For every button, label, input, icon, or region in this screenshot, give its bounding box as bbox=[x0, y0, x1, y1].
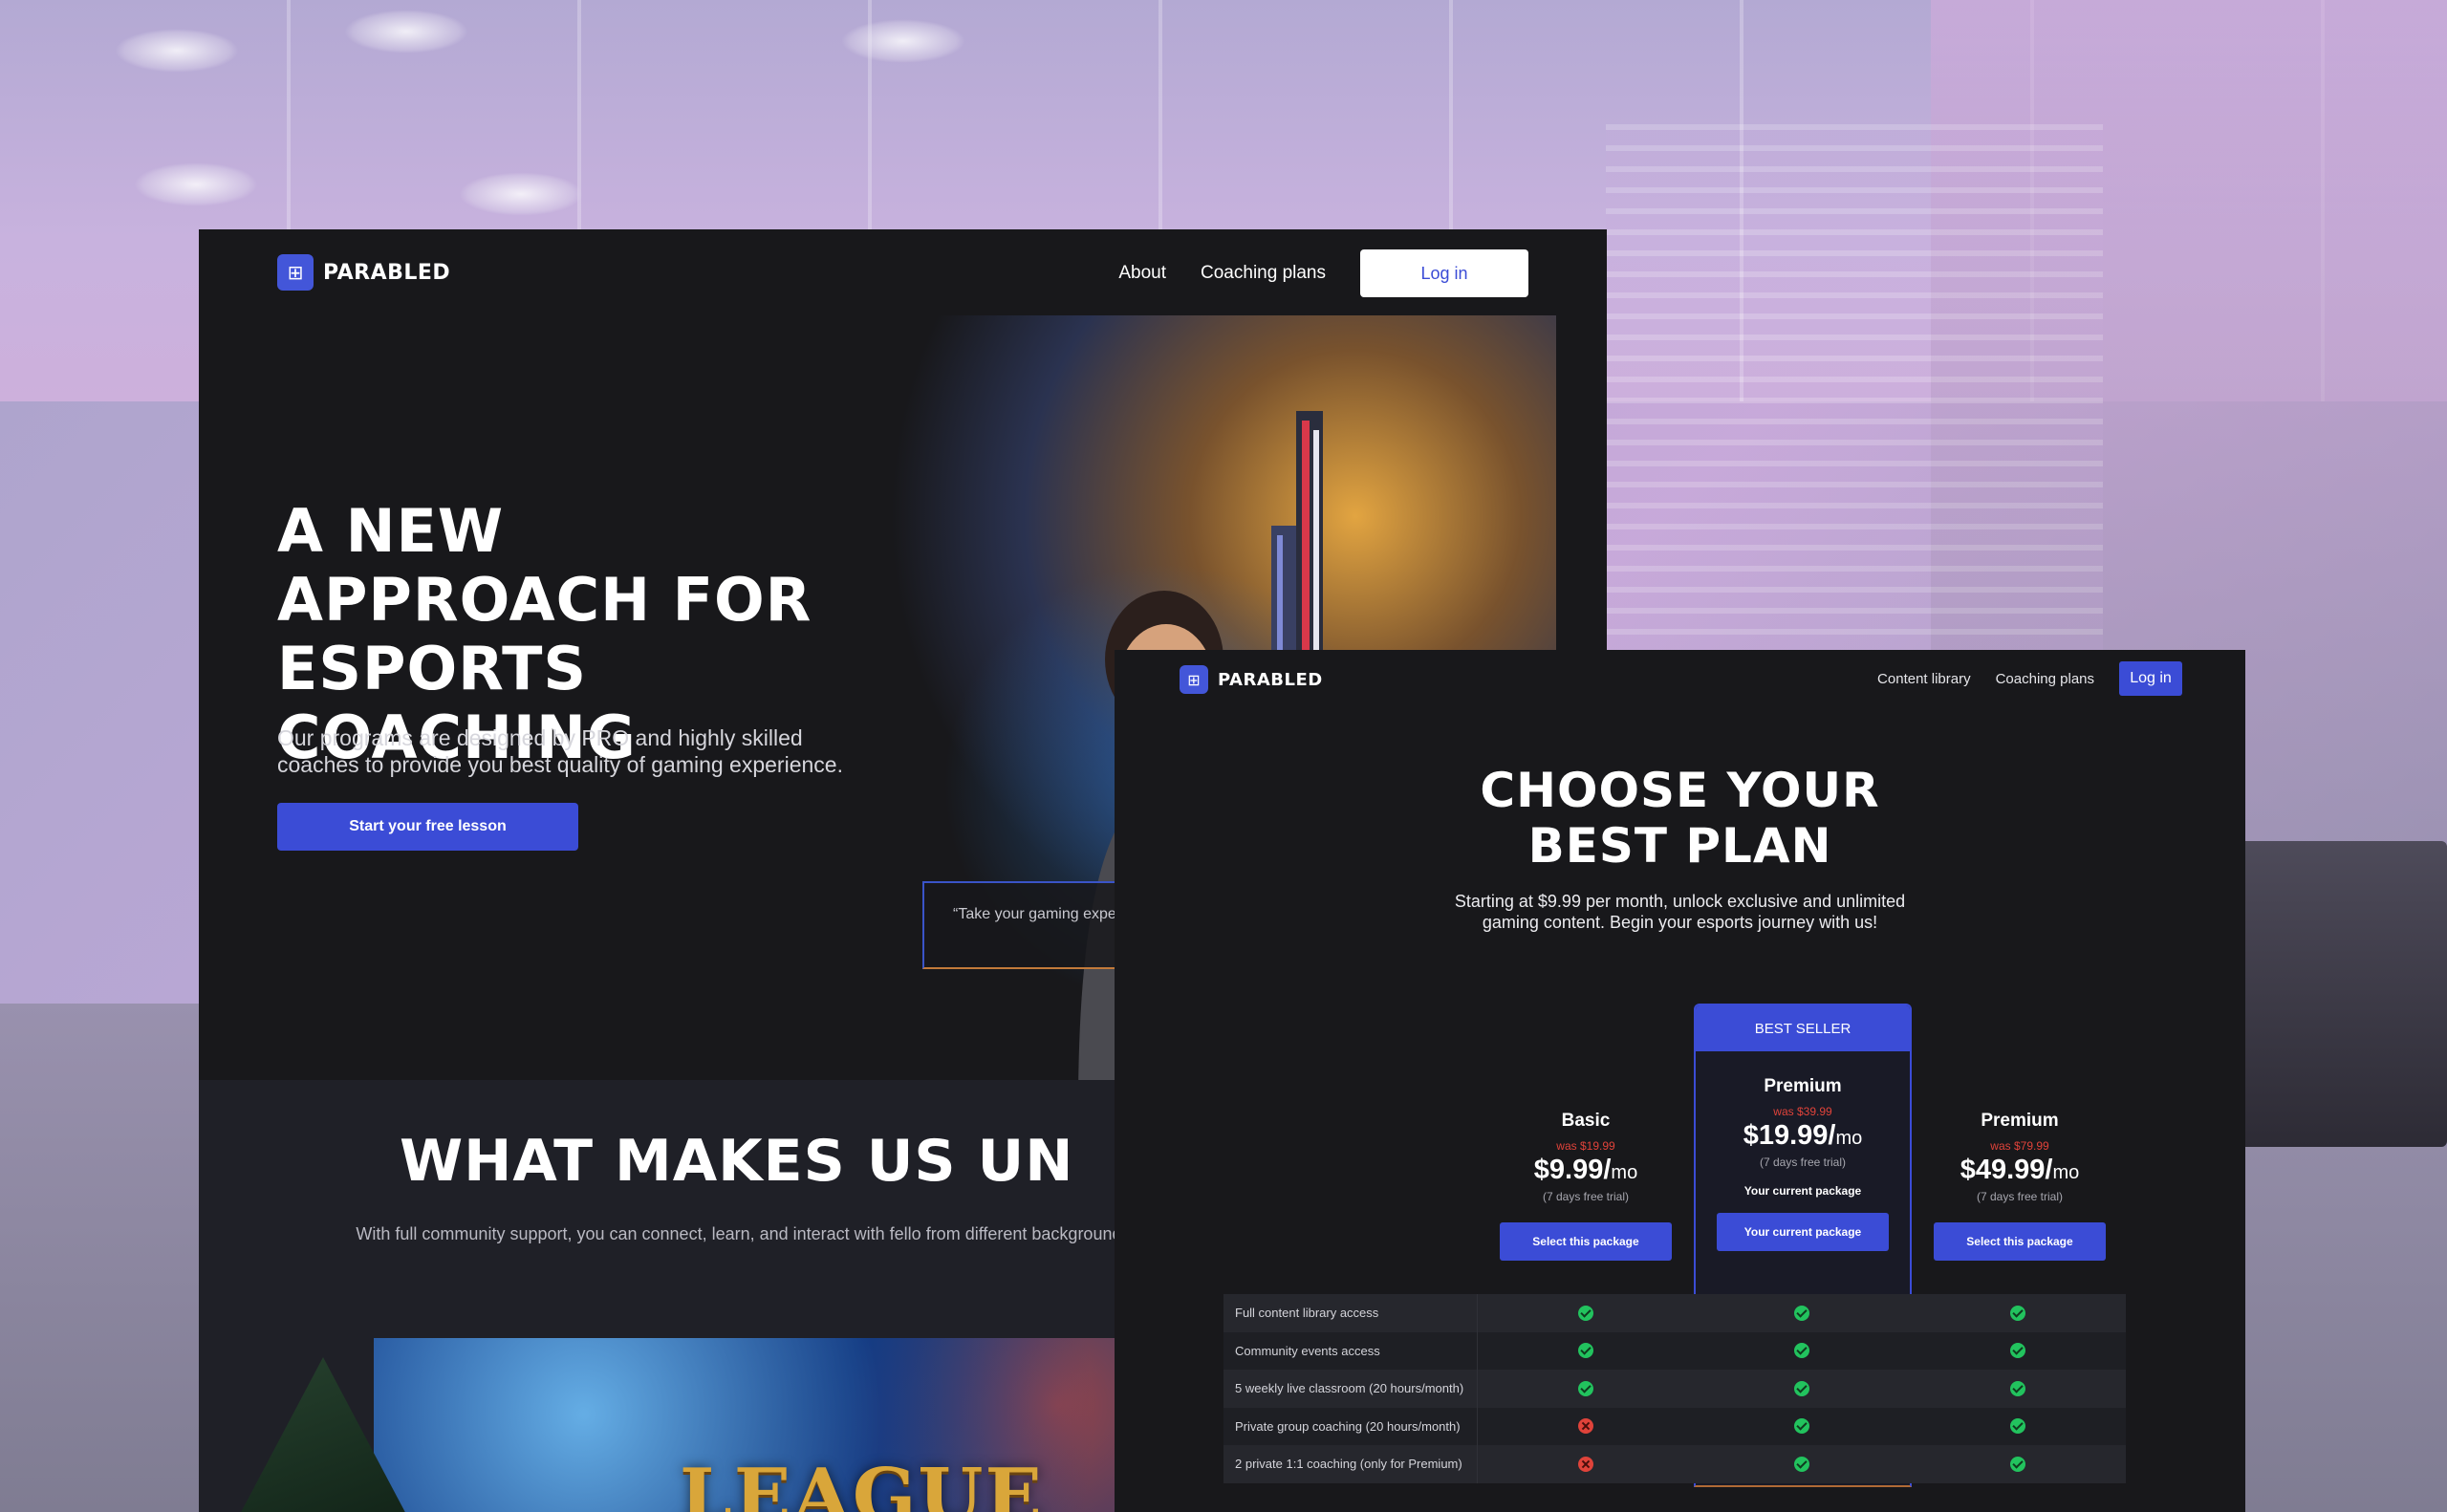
feature-comparison-table: Full content library access Community ev… bbox=[1224, 1294, 2126, 1483]
check-icon bbox=[1794, 1343, 1809, 1359]
pricing-title: CHOOSE YOUR BEST PLAN bbox=[1480, 763, 1880, 874]
cross-icon bbox=[1578, 1418, 1593, 1435]
ceiling-light bbox=[841, 19, 965, 63]
plan-trial: (7 days free trial) bbox=[1542, 1190, 1630, 1203]
plan-card-basic: Basic was $19.99 $9.99/mo (7 days free t… bbox=[1478, 1111, 1694, 1261]
plan-old-price: was $39.99 bbox=[1773, 1105, 1832, 1118]
nav-coaching-plans-link[interactable]: Coaching plans bbox=[1201, 263, 1326, 284]
plan-price: $49.99/mo bbox=[1960, 1155, 2080, 1185]
nav-about-link[interactable]: About bbox=[1118, 263, 1166, 284]
plan-trial: (7 days free trial) bbox=[1759, 1156, 1847, 1169]
cross-icon bbox=[1578, 1456, 1593, 1472]
gamepad-icon: ⊞ bbox=[277, 254, 314, 291]
feature-label: Community events access bbox=[1224, 1331, 1478, 1370]
check-icon bbox=[2010, 1305, 2025, 1321]
check-icon bbox=[2010, 1343, 2025, 1359]
plan-name: Basic bbox=[1561, 1111, 1611, 1131]
check-icon bbox=[2010, 1456, 2025, 1472]
select-package-button[interactable]: Select this package bbox=[1934, 1222, 2106, 1261]
hero-subtitle: Our programs are designed by PRO and hig… bbox=[277, 725, 843, 777]
plan-old-price: was $79.99 bbox=[1990, 1139, 2049, 1153]
top-navbar: ⊞ PARABLED About Coaching plans Log in bbox=[199, 229, 1607, 315]
pricing-subtitle: Starting at $9.99 per month, unlock excl… bbox=[1454, 892, 1906, 932]
brand-logo[interactable]: ⊞ PARABLED bbox=[1180, 665, 1323, 694]
plan-card-premium-current: Premium was $39.99 $19.99/mo (7 days fre… bbox=[1695, 1076, 1911, 1251]
pricing-page-window: ⊞ PARABLED Content library Coaching plan… bbox=[1115, 650, 2245, 1512]
login-button[interactable]: Log in bbox=[2119, 661, 2182, 696]
check-icon bbox=[1578, 1380, 1593, 1396]
check-icon bbox=[1578, 1343, 1593, 1359]
window-blinds bbox=[1606, 124, 2103, 717]
plan-name: Premium bbox=[1981, 1111, 2059, 1131]
feature-label: 5 weekly live classroom (20 hours/month) bbox=[1224, 1370, 1478, 1408]
plan-card-premium: Premium was $79.99 $49.99/mo (7 days fre… bbox=[1912, 1111, 2128, 1261]
current-package-label: Your current package bbox=[1743, 1184, 1862, 1198]
ceiling-light bbox=[459, 172, 583, 216]
table-row: Community events access bbox=[1224, 1331, 2126, 1370]
check-icon bbox=[1794, 1380, 1809, 1396]
table-row: 2 private 1:1 coaching (only for Premium… bbox=[1224, 1445, 2126, 1483]
brand-name: PARABLED bbox=[323, 260, 451, 285]
select-package-button[interactable]: Select this package bbox=[1500, 1222, 1672, 1261]
check-icon bbox=[2010, 1418, 2025, 1435]
check-icon bbox=[1794, 1418, 1809, 1435]
game-logo-text: LEAGUE bbox=[680, 1453, 1044, 1512]
table-row: Full content library access bbox=[1224, 1294, 2126, 1332]
login-button[interactable]: Log in bbox=[1360, 249, 1528, 297]
current-package-button[interactable]: Your current package bbox=[1717, 1213, 1889, 1251]
ceiling-light bbox=[134, 162, 258, 206]
check-icon bbox=[1578, 1305, 1593, 1321]
plan-old-price: was $19.99 bbox=[1556, 1139, 1615, 1153]
brand-name: PARABLED bbox=[1218, 669, 1323, 690]
plan-price: $9.99/mo bbox=[1533, 1155, 1638, 1185]
table-row: 5 weekly live classroom (20 hours/month) bbox=[1224, 1370, 2126, 1408]
ceiling-light bbox=[115, 29, 239, 73]
feature-label: 2 private 1:1 coaching (only for Premium… bbox=[1224, 1445, 1478, 1483]
nav-content-library-link[interactable]: Content library bbox=[1877, 671, 1971, 687]
best-seller-badge: BEST SELLER bbox=[1696, 1005, 1910, 1051]
brand-logo[interactable]: ⊞ PARABLED bbox=[277, 254, 450, 291]
check-icon bbox=[1794, 1305, 1809, 1321]
plan-trial: (7 days free trial) bbox=[1976, 1190, 2064, 1203]
table-row: Private group coaching (20 hours/month) bbox=[1224, 1407, 2126, 1445]
start-free-lesson-button[interactable]: Start your free lesson bbox=[277, 803, 578, 851]
plan-price: $19.99/mo bbox=[1743, 1120, 1863, 1151]
feature-label: Private group coaching (20 hours/month) bbox=[1224, 1407, 1478, 1445]
plan-name: Premium bbox=[1764, 1076, 1842, 1096]
nav-coaching-plans-link[interactable]: Coaching plans bbox=[1996, 671, 2094, 687]
check-icon bbox=[2010, 1380, 2025, 1396]
ceiling-light bbox=[344, 10, 468, 54]
check-icon bbox=[1794, 1456, 1809, 1472]
top-navbar: ⊞ PARABLED Content library Coaching plan… bbox=[1115, 650, 2245, 711]
feature-label: Full content library access bbox=[1224, 1294, 1478, 1332]
gamepad-icon: ⊞ bbox=[1180, 665, 1208, 694]
